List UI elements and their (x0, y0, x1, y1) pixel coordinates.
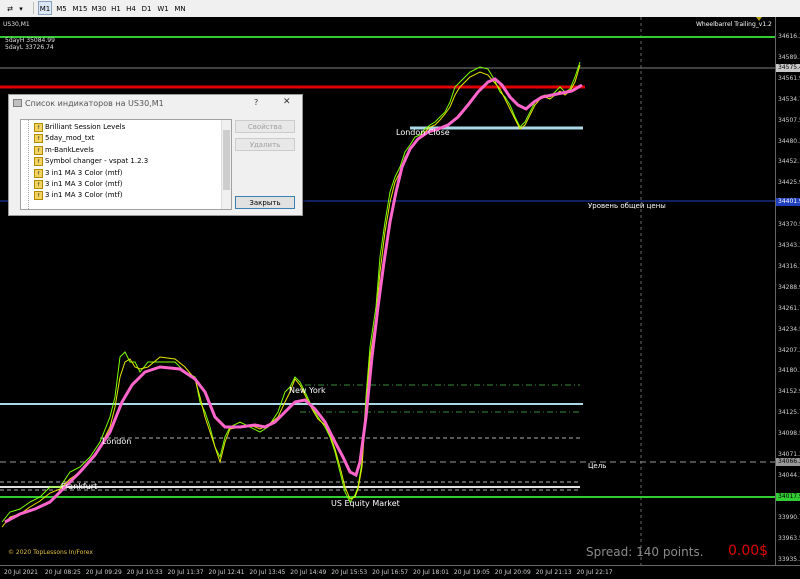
indicators-list[interactable]: f Brilliant Session Levels f 5day_mod_txt f m… (20, 119, 232, 210)
price-tick-label: 34071.33 (778, 451, 800, 458)
dialog-app-icon (13, 99, 22, 107)
price-tick-label: 34589.13 (778, 53, 800, 61)
price-tick-label: 34098.53 (778, 430, 800, 438)
price-tick-label: 34207.33 (778, 346, 800, 354)
price-tick-label: 34180.13 (778, 367, 800, 375)
price-tick-label: 34288.93 (778, 283, 800, 291)
indicator-fx-icon: f (34, 157, 43, 167)
timeframe-m5-button[interactable]: M5 (53, 1, 70, 15)
price-tick-label: 33963.53 (778, 534, 800, 542)
time-tick-label: 20 Jul 10:33 (126, 569, 163, 576)
indicators-list-dialog: Список индикаторов на US30,M1 ? ✕ f Brill… (8, 94, 303, 216)
time-tick-label: 20 Jul 09:29 (85, 569, 122, 576)
time-tick-label: 20 Jul 21:13 (535, 569, 572, 576)
toolbar-separator (33, 2, 34, 14)
timeframe-m1-button[interactable]: M1 (38, 1, 52, 15)
spread-label: Spread: 140 points. (586, 545, 704, 559)
price-tick-label: 34425.93 (778, 179, 800, 187)
dialog-close-button[interactable]: Закрыть (235, 196, 295, 209)
price-tick-label: 34480.33 (778, 137, 800, 145)
indicator-fx-icon: f (34, 134, 43, 144)
time-tick-label: 20 Jul 13:45 (249, 569, 286, 576)
indicator-list-item[interactable]: m-BankLevels (45, 145, 94, 156)
time-tick-label: 20 Jul 11:37 (167, 569, 204, 576)
time-tick-label: 20 Jul 14:49 (290, 569, 327, 576)
scrollbar-thumb[interactable] (223, 130, 230, 190)
timeframe-h4-button[interactable]: H4 (124, 1, 138, 15)
london-close-session-label: London Close (396, 128, 450, 137)
price-tick-label: 34343.33 (778, 242, 800, 249)
scroll-marker-icon (756, 17, 762, 21)
profit-label: 0.00$ (728, 543, 769, 559)
indicator-list-item[interactable]: 5day_mod_txt (45, 133, 95, 144)
tree-guide-line (28, 120, 30, 209)
timeframe-w1-button[interactable]: W1 (155, 1, 171, 15)
symbol-label: US30,M1 (3, 21, 30, 28)
price-tick-label: 34234.53 (778, 325, 800, 333)
common-price-level-label: Уровень общей цены (588, 202, 666, 210)
list-scrollbar[interactable] (221, 120, 231, 209)
close-icon[interactable]: ✕ (283, 97, 291, 107)
price-axis[interactable]: 34616.33 34589.13 34561.93 34534.73 34507.53… (775, 17, 800, 565)
time-tick-label: 20 Jul 2021 (4, 569, 38, 576)
price-tick-label: 33935.33 (778, 555, 800, 563)
timeframe-toolbar: ⇄ ▾ M1 M5 M15 M30 H1 H4 D1 W1 MN (0, 0, 800, 18)
time-axis[interactable]: 20 Jul 2021 20 Jul 08:25 20 Jul 09:29 20 Ju… (0, 565, 800, 579)
indicator-fx-icon: f (34, 180, 43, 189)
indicator-fx-icon: f (34, 168, 43, 178)
target-label: Цель (588, 462, 607, 470)
price-tick-label: 34561.93 (778, 74, 800, 82)
timeframe-m15-button[interactable]: M15 (71, 1, 89, 15)
time-tick-label: 20 Jul 22:17 (576, 569, 613, 576)
copyright-label: © 2020 TopLessons In/Forex (8, 549, 93, 556)
price-tick-label: 34534.73 (778, 95, 800, 103)
price-tick-label: 34316.13 (778, 262, 800, 270)
price-tick-label: 34152.93 (778, 388, 800, 396)
price-tick-label: 34370.53 (778, 221, 800, 229)
help-button[interactable]: ? (254, 98, 258, 107)
us-equity-session-label: US Equity Market (331, 499, 400, 508)
london-session-label: London (102, 437, 132, 446)
timeframe-d1-button[interactable]: D1 (139, 1, 154, 15)
price-tag-gray-level: 34066.2 (776, 458, 800, 466)
indicator-list-item[interactable]: Symbol changer - vspat 1.2.3 (45, 156, 148, 167)
indicator-fx-icon: f (34, 145, 43, 155)
delete-button[interactable]: Удалить (235, 138, 295, 151)
price-tick-label: 34616.33 (778, 33, 800, 40)
properties-button[interactable]: Свойства (235, 120, 295, 133)
dropdown-icon[interactable]: ▾ (17, 1, 25, 15)
price-tick-label: 34507.53 (778, 116, 800, 124)
time-tick-label: 20 Jul 08:25 (44, 569, 81, 576)
indicator-list-item[interactable]: 3 in1 MA 3 Color (mtf) (45, 179, 122, 190)
frankfurt-session-label: Frankfurt (61, 482, 98, 491)
dialog-title: Список индикаторов на US30,M1 (25, 99, 164, 108)
indicator-fx-icon: f (34, 123, 43, 132)
price-tick-label: 34125.73 (778, 409, 800, 417)
price-tick-label: 33990.73 (778, 513, 800, 521)
price-tick-label: 34261.73 (778, 304, 800, 312)
time-tick-label: 20 Jul 18:01 (413, 569, 449, 576)
price-tag-blue-level: 34401.9 (776, 198, 800, 206)
indicator-fx-icon: f (34, 191, 43, 201)
indicator-name-label: Wheelbarrel Trailing_v1.2 (696, 21, 772, 28)
time-tick-label: 20 Jul 19:05 (453, 569, 490, 576)
time-tick-label: 20 Jul 15:53 (331, 569, 368, 576)
timeframe-m30-button[interactable]: M30 (90, 1, 108, 15)
indicator-list-item[interactable]: 3 in1 MA 3 Color (mtf) (45, 168, 122, 179)
cursor-tool-icon[interactable]: ⇄ (3, 1, 17, 15)
indicator-list-item[interactable]: 3 in1 MA 3 Color (mtf) (45, 190, 122, 201)
price-tag-current: 34575.4 (776, 64, 800, 72)
time-tick-label: 20 Jul 20:09 (494, 569, 531, 576)
time-tick-label: 20 Jul 12:41 (208, 569, 245, 576)
five-day-low-label: 5dayL 33726.74 (5, 44, 54, 51)
price-tick-label: 34452.13 (778, 158, 800, 166)
time-tick-label: 20 Jul 16:57 (372, 569, 409, 576)
new-york-session-label: New York (289, 386, 326, 395)
price-tag-green-low: 34017.9 (776, 493, 800, 501)
indicator-list-item[interactable]: Brilliant Session Levels (45, 122, 125, 133)
timeframe-mn-button[interactable]: MN (172, 1, 188, 15)
five-day-high-label: 5dayH 35084.99 (5, 37, 55, 44)
price-tick-label: 34044.13 (778, 471, 800, 479)
timeframe-h1-button[interactable]: H1 (109, 1, 123, 15)
